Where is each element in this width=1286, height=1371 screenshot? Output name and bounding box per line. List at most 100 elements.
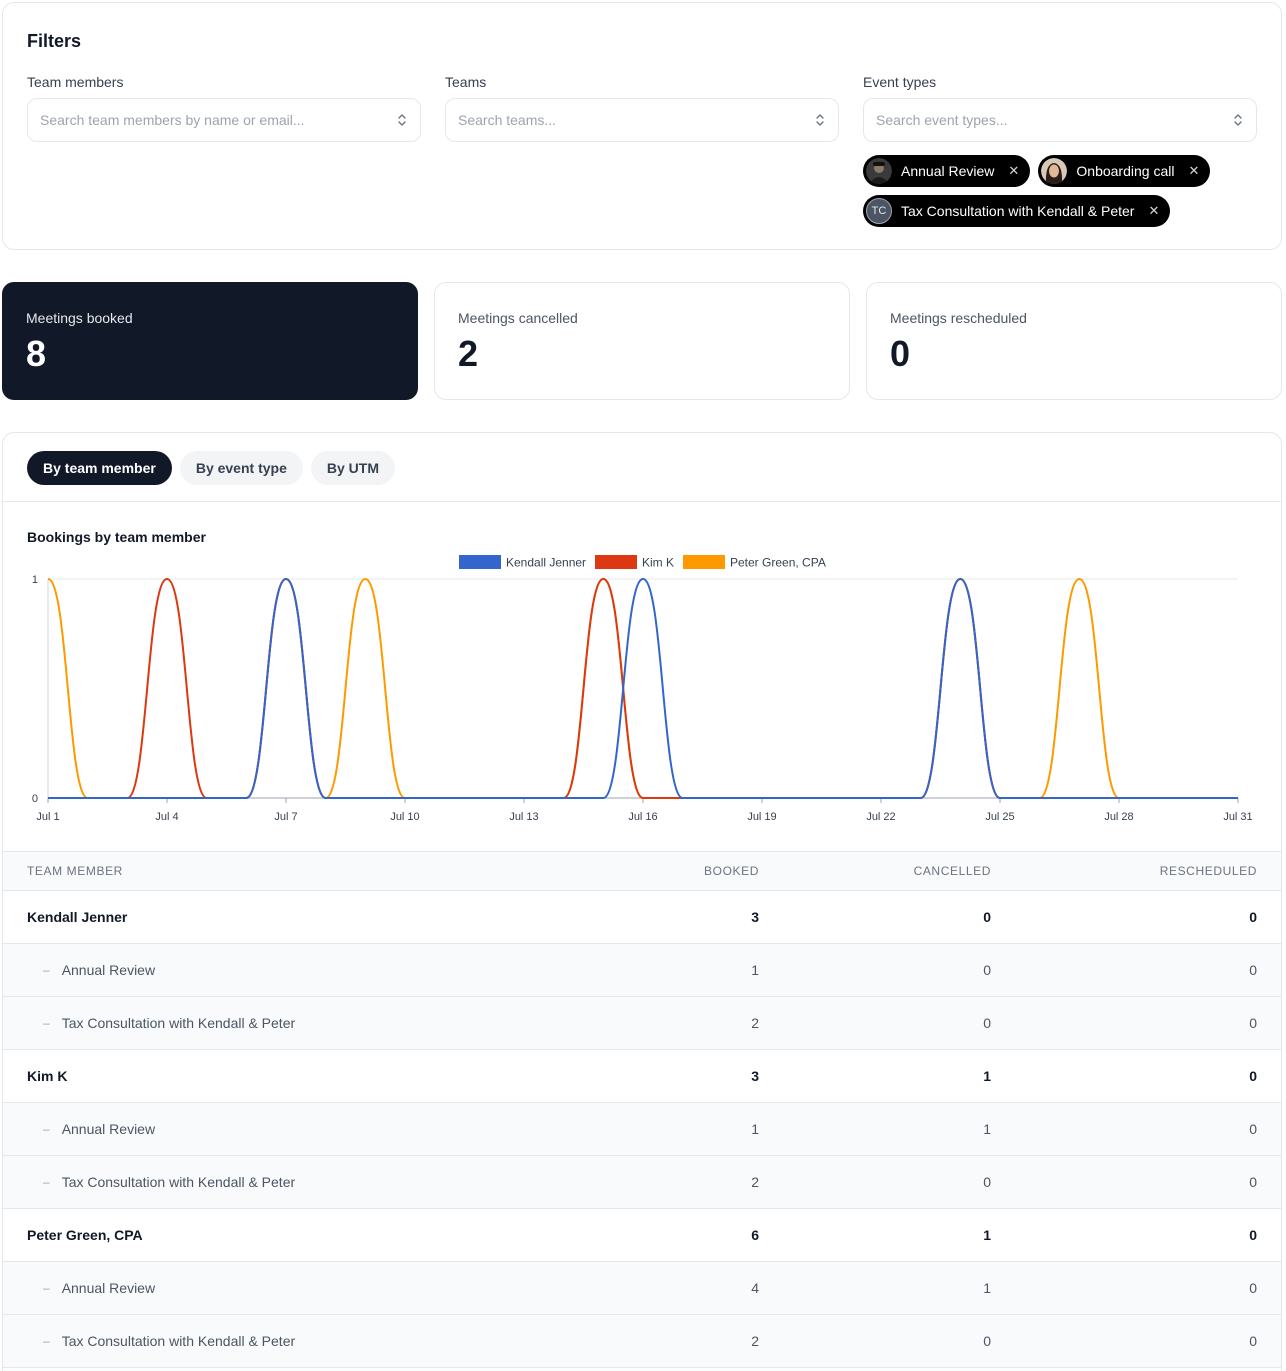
x-tick-label: Jul 13 bbox=[509, 811, 538, 823]
indent-dash-icon: – bbox=[43, 1016, 50, 1030]
cell-booked: 1 bbox=[751, 962, 759, 978]
series-line bbox=[47, 577, 1238, 800]
cell-name: – Annual Review bbox=[3, 1121, 543, 1137]
event-types-select[interactable] bbox=[863, 98, 1257, 142]
event-type-chip[interactable]: TC Tax Consultation with Kendall & Peter… bbox=[863, 195, 1171, 227]
cell-cancelled: 0 bbox=[983, 1333, 991, 1349]
table-row-event-type: – Tax Consultation with Kendall & Peter 2 0… bbox=[3, 997, 1281, 1050]
cell-name: – Tax Consultation with Kendall & Peter bbox=[3, 1333, 543, 1349]
divider bbox=[3, 501, 1281, 502]
avatar: TC bbox=[866, 198, 892, 224]
cell-rescheduled: 0 bbox=[1249, 909, 1257, 925]
x-tick-label: Jul 4 bbox=[155, 811, 178, 823]
cell-rescheduled: 0 bbox=[1249, 1280, 1257, 1296]
chip-label: Tax Consultation with Kendall & Peter bbox=[901, 203, 1135, 219]
teams-search-input[interactable] bbox=[458, 112, 778, 128]
stat-meetings-cancelled: Meetings cancelled 2 bbox=[434, 282, 850, 400]
close-icon[interactable]: ✕ bbox=[1148, 203, 1159, 219]
tab-by-team-member[interactable]: By team member bbox=[27, 451, 172, 485]
legend-swatch bbox=[683, 555, 725, 569]
chip-label: Annual Review bbox=[901, 163, 995, 179]
cell-cancelled: 1 bbox=[983, 1227, 991, 1243]
stat-value: 8 bbox=[26, 333, 47, 374]
stat-value: 0 bbox=[890, 333, 911, 374]
indent-dash-icon: – bbox=[43, 1175, 50, 1189]
stat-meetings-booked: Meetings booked 8 bbox=[2, 282, 418, 400]
close-icon[interactable]: ✕ bbox=[1008, 163, 1019, 179]
x-tick-label: Jul 31 bbox=[1223, 811, 1252, 823]
cell-rescheduled: 0 bbox=[1249, 1015, 1257, 1031]
cell-booked: 4 bbox=[751, 1280, 759, 1296]
row-label: Kim K bbox=[27, 1068, 68, 1084]
team-members-search-input[interactable] bbox=[40, 112, 360, 128]
stat-label: Meetings rescheduled bbox=[890, 310, 1027, 326]
event-type-chip[interactable]: Annual Review ✕ bbox=[863, 155, 1031, 187]
filters-panel: Filters Team members Teams Event types A… bbox=[2, 2, 1282, 250]
cell-cancelled: 0 bbox=[983, 909, 991, 925]
table-row-member: Kendall Jenner 3 0 0 bbox=[3, 891, 1281, 944]
event-type-chip[interactable]: Onboarding call ✕ bbox=[1038, 155, 1211, 187]
avatar bbox=[1041, 158, 1068, 184]
cell-booked: 3 bbox=[751, 1068, 759, 1084]
row-label: Peter Green, CPA bbox=[27, 1227, 143, 1243]
table-row-member: Peter Green, CPA 6 1 0 bbox=[3, 1209, 1281, 1262]
indent-dash-icon: – bbox=[43, 963, 50, 977]
chevron-up-down-icon bbox=[398, 114, 406, 126]
cell-rescheduled: 0 bbox=[1249, 1174, 1257, 1190]
chevron-up-down-icon bbox=[1234, 114, 1242, 126]
stat-label: Meetings booked bbox=[26, 310, 133, 326]
row-label: Kendall Jenner bbox=[27, 909, 128, 925]
cell-rescheduled: 0 bbox=[1249, 1227, 1257, 1243]
event-types-filter: Event types Annual Review ✕ Onboarding c… bbox=[863, 73, 1257, 227]
y-tick-label: 1 bbox=[32, 574, 38, 586]
x-tick-label: Jul 16 bbox=[628, 811, 657, 823]
teams-label: Teams bbox=[445, 74, 487, 90]
cell-booked: 1 bbox=[751, 1121, 759, 1137]
team-members-filter: Team members bbox=[27, 73, 421, 142]
header-booked[interactable]: BOOKED bbox=[543, 864, 759, 878]
table-body: Kendall Jenner 3 0 0– Annual Review 1 0 0– Tax C… bbox=[3, 891, 1281, 1368]
row-label: Annual Review bbox=[61, 962, 156, 978]
cell-booked: 2 bbox=[751, 1333, 759, 1349]
cell-name: – Tax Consultation with Kendall & Peter bbox=[3, 1174, 543, 1190]
header-rescheduled[interactable]: RESCHEDULED bbox=[991, 864, 1257, 878]
row-label: Tax Consultation with Kendall & Peter bbox=[61, 1333, 296, 1349]
close-icon[interactable]: ✕ bbox=[1188, 163, 1199, 179]
cell-booked: 3 bbox=[751, 909, 759, 925]
table-row-event-type: – Tax Consultation with Kendall & Peter 2 0… bbox=[3, 1156, 1281, 1209]
indent-dash-icon: – bbox=[43, 1334, 50, 1348]
table-row-event-type: – Tax Consultation with Kendall & Peter 2 0… bbox=[3, 1315, 1281, 1368]
cell-name: Kim K bbox=[3, 1068, 543, 1084]
tab-by-utm[interactable]: By UTM bbox=[310, 451, 395, 485]
cell-booked: 2 bbox=[751, 1015, 759, 1031]
team-members-select[interactable] bbox=[27, 98, 421, 142]
chevron-up-down-icon bbox=[816, 114, 824, 126]
breakdown-panel: By team member By event type By UTM Book… bbox=[2, 432, 1282, 1371]
event-types-search-input[interactable] bbox=[876, 112, 1196, 128]
avatar bbox=[866, 158, 892, 184]
header-cancelled[interactable]: CANCELLED bbox=[759, 864, 991, 878]
cell-rescheduled: 0 bbox=[1249, 1333, 1257, 1349]
tab-by-event-type[interactable]: By event type bbox=[179, 451, 303, 485]
cell-name: – Tax Consultation with Kendall & Peter bbox=[3, 1015, 543, 1031]
table-row-event-type: – Annual Review 4 1 0 bbox=[3, 1262, 1281, 1315]
event-types-label: Event types bbox=[863, 74, 937, 90]
stat-meetings-rescheduled: Meetings rescheduled 0 bbox=[866, 282, 1282, 400]
cell-cancelled: 0 bbox=[983, 962, 991, 978]
teams-select[interactable] bbox=[445, 98, 839, 142]
table-row-event-type: – Annual Review 1 0 0 bbox=[3, 944, 1281, 997]
cell-cancelled: 1 bbox=[983, 1280, 991, 1296]
teams-filter: Teams bbox=[445, 73, 839, 142]
cell-cancelled: 1 bbox=[983, 1068, 991, 1084]
selected-event-types: Annual Review ✕ Onboarding call ✕ TC Tax… bbox=[863, 155, 1263, 227]
cell-cancelled: 1 bbox=[983, 1121, 991, 1137]
stat-label: Meetings cancelled bbox=[458, 310, 578, 326]
header-team-member[interactable]: TEAM MEMBER bbox=[3, 864, 543, 878]
x-tick-label: Jul 28 bbox=[1104, 811, 1133, 823]
stat-value: 2 bbox=[458, 333, 479, 374]
cell-cancelled: 0 bbox=[983, 1015, 991, 1031]
row-label: Tax Consultation with Kendall & Peter bbox=[61, 1174, 296, 1190]
filters-title: Filters bbox=[27, 31, 82, 51]
indent-dash-icon: – bbox=[43, 1281, 50, 1295]
indent-dash-icon: – bbox=[43, 1122, 50, 1136]
